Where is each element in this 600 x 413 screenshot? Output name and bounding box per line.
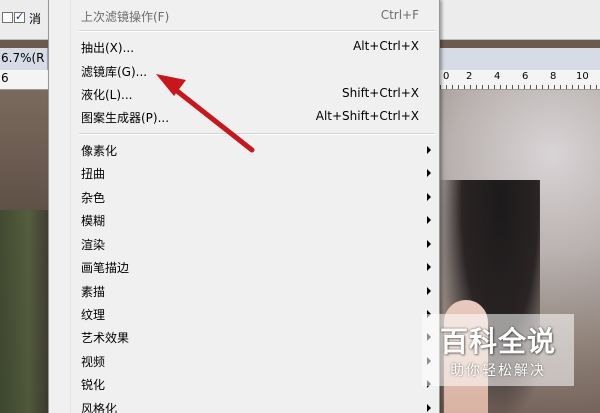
- menu-item-label: 锐化: [81, 378, 106, 392]
- submenu-arrow-icon: [427, 263, 431, 271]
- canvas-photo-left[interactable]: [0, 90, 48, 413]
- menu-item-render[interactable]: 渲染: [49, 232, 439, 255]
- menu-item-label: 画笔描边: [81, 261, 130, 275]
- menu-item-shortcut: Alt+Shift+Ctrl+X: [315, 109, 419, 123]
- menu-item-sharpen[interactable]: 锐化: [49, 372, 439, 395]
- menu-separator: [79, 30, 435, 32]
- menu-item-distort[interactable]: 扭曲: [49, 161, 439, 184]
- menu-item-filter-gallery[interactable]: 滤镜库(G)...: [49, 59, 439, 82]
- watermark-subtitle: 助你轻松解决: [450, 363, 546, 379]
- menu-item-artistic[interactable]: 艺术效果: [49, 325, 439, 348]
- horizontal-ruler-left: 6: [0, 70, 48, 90]
- watermark-logo: 百科全说 助你轻松解决: [422, 314, 574, 386]
- menu-item-liquify[interactable]: 液化(L)... Shift+Ctrl+X: [49, 82, 439, 105]
- ruler-number: 10: [576, 71, 589, 82]
- menu-item-stylize[interactable]: 风格化: [49, 396, 439, 413]
- menu-item-brush-strokes[interactable]: 画笔描边: [49, 255, 439, 278]
- menu-item-label: 渲染: [81, 238, 106, 252]
- submenu-arrow-icon: [427, 193, 431, 201]
- ruler-number: 4: [494, 71, 501, 82]
- ruler-number: 6: [1, 71, 9, 85]
- document-title-tab[interactable]: 6.7%(R: [0, 48, 48, 70]
- menu-separator: [79, 133, 435, 135]
- options-checkbox[interactable]: [14, 10, 25, 23]
- ruler-number: 6: [522, 71, 529, 82]
- menu-item-label: 上次滤镜操作(F): [81, 10, 170, 24]
- submenu-arrow-icon: [427, 404, 431, 412]
- menu-item-sketch[interactable]: 素描: [49, 279, 439, 302]
- menu-item-shortcut: Alt+Ctrl+X: [353, 39, 419, 53]
- menu-item-label: 模糊: [81, 214, 106, 228]
- menu-item-label: 视频: [81, 355, 106, 369]
- menu-item-label: 纹理: [81, 308, 106, 322]
- menu-item-extract[interactable]: 抽出(X)... Alt+Ctrl+X: [49, 35, 439, 58]
- menu-item-last-filter[interactable]: 上次滤镜操作(F) Ctrl+F: [49, 4, 439, 27]
- menu-item-label: 风格化: [81, 402, 118, 413]
- menu-item-noise[interactable]: 杂色: [49, 185, 439, 208]
- ruler-number: 0: [443, 71, 450, 82]
- menu-item-texture[interactable]: 纹理: [49, 302, 439, 325]
- menu-item-pattern-maker[interactable]: 图案生成器(P)... Alt+Shift+Ctrl+X: [49, 105, 439, 128]
- submenu-arrow-icon: [427, 169, 431, 177]
- menu-item-label: 扭曲: [81, 167, 106, 181]
- menu-item-label: 杂色: [81, 191, 106, 205]
- ruler-number: 2: [466, 71, 473, 82]
- menu-item-blur[interactable]: 模糊: [49, 208, 439, 231]
- menu-item-label: 图案生成器(P)...: [81, 111, 170, 125]
- submenu-arrow-icon: [427, 287, 431, 295]
- menu-item-label: 抽出(X)...: [81, 41, 135, 55]
- menu-item-label: 像素化: [81, 144, 118, 158]
- ruler-number: 8: [550, 71, 557, 82]
- submenu-arrow-icon: [427, 240, 431, 248]
- menu-item-label: 素描: [81, 285, 106, 299]
- options-checkbox-partial[interactable]: [2, 12, 13, 23]
- menu-item-label: 艺术效果: [81, 331, 130, 345]
- options-checkbox-label: 消: [29, 12, 42, 26]
- menu-item-shortcut: Ctrl+F: [380, 8, 419, 22]
- submenu-arrow-icon: [427, 216, 431, 224]
- document-title-bar: [440, 48, 600, 70]
- menu-item-pixelate[interactable]: 像素化: [49, 138, 439, 161]
- menu-item-label: 液化(L)...: [81, 88, 133, 102]
- watermark-title: 百科全说: [439, 325, 556, 358]
- menu-item-video[interactable]: 视频: [49, 349, 439, 372]
- document-zoom-title: 6.7%(R: [1, 51, 45, 65]
- filter-menu: 上次滤镜操作(F) Ctrl+F 抽出(X)... Alt+Ctrl+X 滤镜库…: [48, 0, 440, 413]
- horizontal-ruler-right: 0 2 4 6 8 10: [440, 70, 600, 90]
- menu-item-shortcut: Shift+Ctrl+X: [342, 86, 419, 100]
- submenu-arrow-icon: [427, 146, 431, 154]
- menu-item-label: 滤镜库(G)...: [81, 65, 148, 79]
- photoshop-window: 消 6.7%(R 6 0 2 4 6 8 10 上次滤镜操作(F) Ctrl+F…: [0, 0, 600, 413]
